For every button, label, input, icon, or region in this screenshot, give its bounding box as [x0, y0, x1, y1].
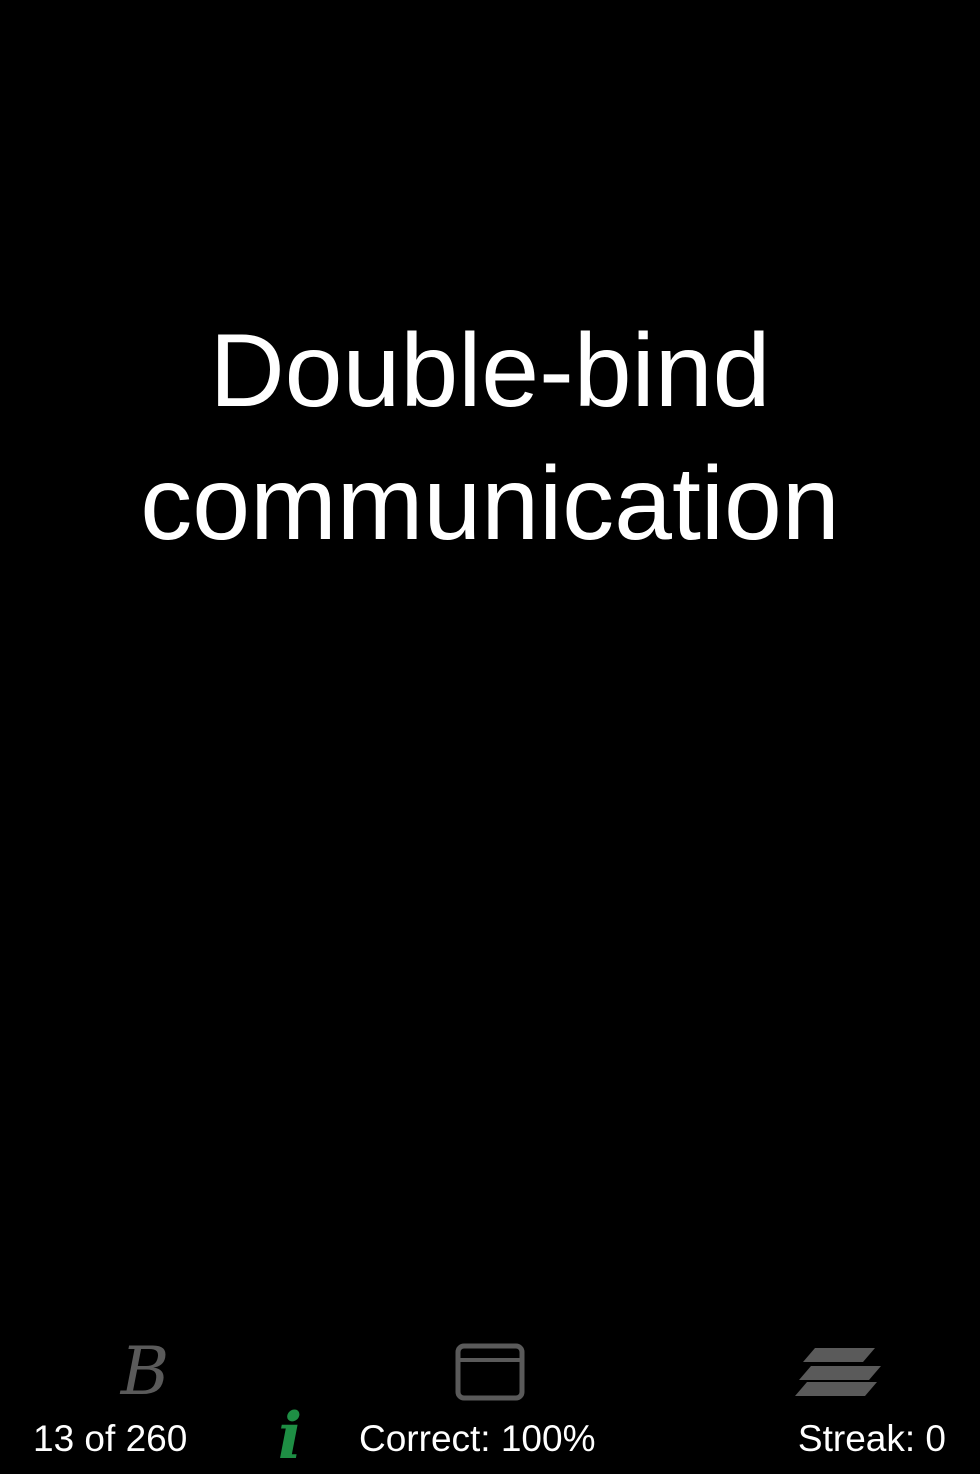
flashcard[interactable]: Double-bind communication	[0, 0, 980, 1320]
streak-label: Streak: 0	[797, 1418, 946, 1459]
info-icon[interactable]: i	[262, 1402, 318, 1472]
card-view-icon[interactable]	[450, 1332, 530, 1412]
card-term-line-1: Double-bind	[209, 313, 771, 429]
card-progress-label: 13 of 260	[33, 1418, 188, 1459]
stack-icon[interactable]	[790, 1332, 886, 1412]
card-term: Double-bind communication	[40, 305, 940, 571]
card-view-icon-graphic	[455, 1343, 525, 1401]
correct-percentage-label: Correct: 100%	[359, 1418, 596, 1459]
card-term-line-2: communication	[140, 446, 840, 562]
stack-icon-graphic	[795, 1348, 881, 1396]
bottom-toolbar: B i 13 of 260 Correct: 100% Streak: 0	[0, 1320, 980, 1472]
letter-b-icon[interactable]: B	[100, 1332, 190, 1412]
